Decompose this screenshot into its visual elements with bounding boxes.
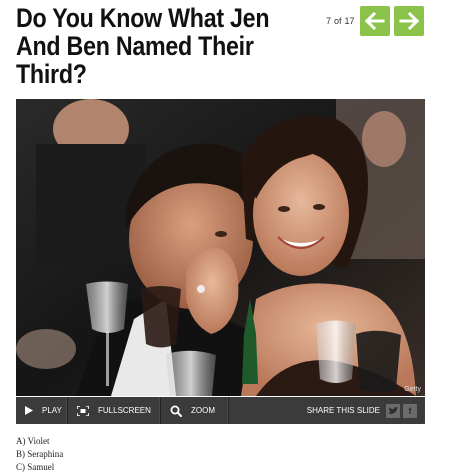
answer-option-a: A) Violet bbox=[16, 436, 50, 446]
zoom-label: ZOOM bbox=[191, 406, 215, 415]
fullscreen-button[interactable]: FULLSCREEN bbox=[68, 397, 161, 424]
photo-credit: Getty bbox=[404, 386, 421, 393]
zoom-button[interactable]: ZOOM bbox=[161, 397, 229, 424]
facebook-icon[interactable]: f bbox=[403, 403, 417, 418]
twitter-icon[interactable] bbox=[386, 403, 400, 418]
answer-option-b: B) Seraphina bbox=[16, 449, 64, 459]
answer-options: A) Violet B) Seraphina C) Samuel bbox=[16, 435, 63, 474]
arrow-left-icon bbox=[365, 12, 385, 30]
arrow-right-icon bbox=[399, 12, 419, 30]
counter-total: 17 bbox=[344, 16, 355, 26]
photo-illustration bbox=[16, 99, 425, 396]
counter-of: of bbox=[334, 16, 342, 26]
slide-title: Do You Know What Jen And Ben Named Their… bbox=[16, 3, 270, 89]
slide-photo[interactable]: Getty bbox=[16, 99, 425, 396]
play-icon bbox=[25, 406, 33, 415]
play-label: PLAY bbox=[42, 406, 62, 415]
counter-current: 7 bbox=[326, 16, 332, 26]
fullscreen-icon bbox=[77, 405, 89, 416]
play-button[interactable]: PLAY bbox=[16, 397, 68, 424]
next-slide-button[interactable] bbox=[394, 6, 424, 36]
previous-slide-button[interactable] bbox=[360, 6, 390, 36]
fullscreen-label: FULLSCREEN bbox=[98, 406, 151, 415]
slideshow-controls: PLAY FULLSCREEN ZOOM SHARE THIS SLIDE f bbox=[16, 397, 425, 424]
magnifier-icon bbox=[170, 405, 182, 417]
share-section: SHARE THIS SLIDE f bbox=[307, 397, 425, 424]
share-label: SHARE THIS SLIDE bbox=[306, 406, 380, 415]
slide-counter: 7 of 17 bbox=[326, 16, 358, 26]
answer-option-c: C) Samuel bbox=[16, 462, 55, 472]
